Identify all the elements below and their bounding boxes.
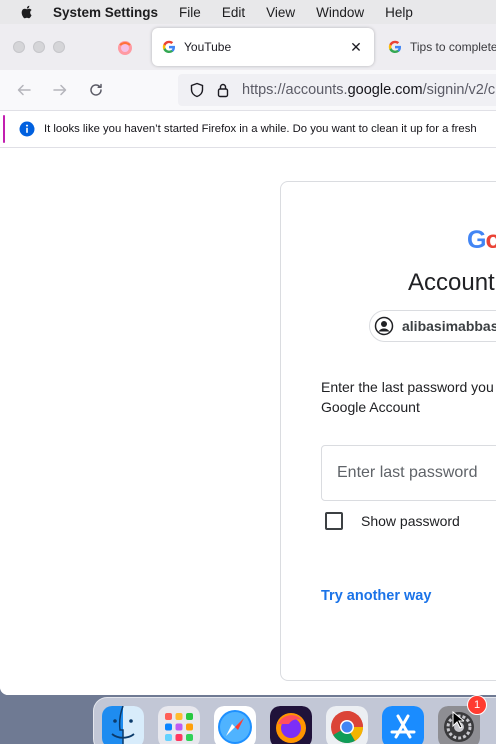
show-password-toggle[interactable]: Show password: [325, 512, 460, 530]
menu-help[interactable]: Help: [385, 5, 413, 20]
tab-youtube[interactable]: YouTube ✕: [152, 28, 374, 66]
close-tab-icon[interactable]: ✕: [344, 39, 368, 56]
page-content: Go Account alibasimabbas Enter the last …: [0, 149, 496, 695]
browser-window: YouTube ✕ Tips to complete https://accou…: [0, 24, 496, 695]
notification-message: It looks like you haven’t started Firefo…: [44, 123, 477, 135]
account-email: alibasimabbas: [402, 318, 496, 334]
url-bar[interactable]: https://accounts.google.com/signin/v2/c: [178, 74, 496, 106]
menu-bar: System Settings File Edit View Window He…: [0, 0, 496, 24]
tab-tips[interactable]: Tips to complete: [378, 28, 496, 66]
url-text: https://accounts.google.com/signin/v2/c: [242, 82, 496, 98]
zoom-window-button[interactable]: [53, 41, 65, 53]
firefox-icon[interactable]: [270, 706, 312, 744]
firefox-view-icon[interactable]: [117, 40, 133, 56]
minimize-window-button[interactable]: [33, 41, 45, 53]
account-circle-icon: [374, 316, 394, 336]
chrome-icon[interactable]: [326, 706, 368, 744]
notification-badge: 1: [467, 695, 487, 715]
google-g-icon: [388, 40, 402, 54]
close-window-button[interactable]: [13, 41, 25, 53]
password-input[interactable]: [337, 464, 496, 482]
page-title: Account: [408, 269, 495, 296]
menu-view[interactable]: View: [266, 5, 295, 20]
show-password-label[interactable]: Show password: [361, 513, 460, 529]
signin-card: Go Account alibasimabbas Enter the last …: [280, 181, 496, 681]
menu-window[interactable]: Window: [316, 5, 364, 20]
reload-icon[interactable]: [84, 78, 108, 102]
tracking-shield-icon[interactable]: [188, 81, 206, 99]
account-chip[interactable]: alibasimabbas: [369, 310, 496, 342]
info-icon: [19, 121, 35, 137]
forward-icon[interactable]: [48, 78, 72, 102]
app-store-icon[interactable]: [382, 706, 424, 744]
menu-app-name[interactable]: System Settings: [53, 5, 158, 20]
mouse-pointer-icon: [452, 710, 466, 729]
window-controls: [13, 41, 65, 53]
menu-file[interactable]: File: [179, 5, 201, 20]
menu-edit[interactable]: Edit: [222, 5, 245, 20]
safari-icon[interactable]: [214, 706, 256, 744]
launchpad-icon[interactable]: [158, 706, 200, 744]
apple-icon[interactable]: [19, 4, 35, 20]
navigation-bar: https://accounts.google.com/signin/v2/c: [0, 70, 496, 110]
try-another-way-link[interactable]: Try another way: [321, 588, 431, 604]
back-icon[interactable]: [12, 78, 36, 102]
google-logo: Go: [467, 226, 496, 254]
dock: [93, 697, 496, 744]
password-field[interactable]: [321, 445, 496, 501]
tab-title: YouTube: [184, 40, 232, 54]
show-password-checkbox[interactable]: [325, 512, 343, 530]
tab-title: Tips to complete: [410, 40, 496, 54]
lock-icon[interactable]: [214, 81, 232, 99]
instruction-text: Enter the last password you Google Accou…: [321, 379, 494, 415]
google-g-icon: [162, 40, 176, 54]
finder-icon[interactable]: [102, 706, 144, 744]
notification-bar: It looks like you haven’t started Firefo…: [0, 110, 496, 148]
tab-strip: YouTube ✕ Tips to complete: [0, 24, 496, 70]
